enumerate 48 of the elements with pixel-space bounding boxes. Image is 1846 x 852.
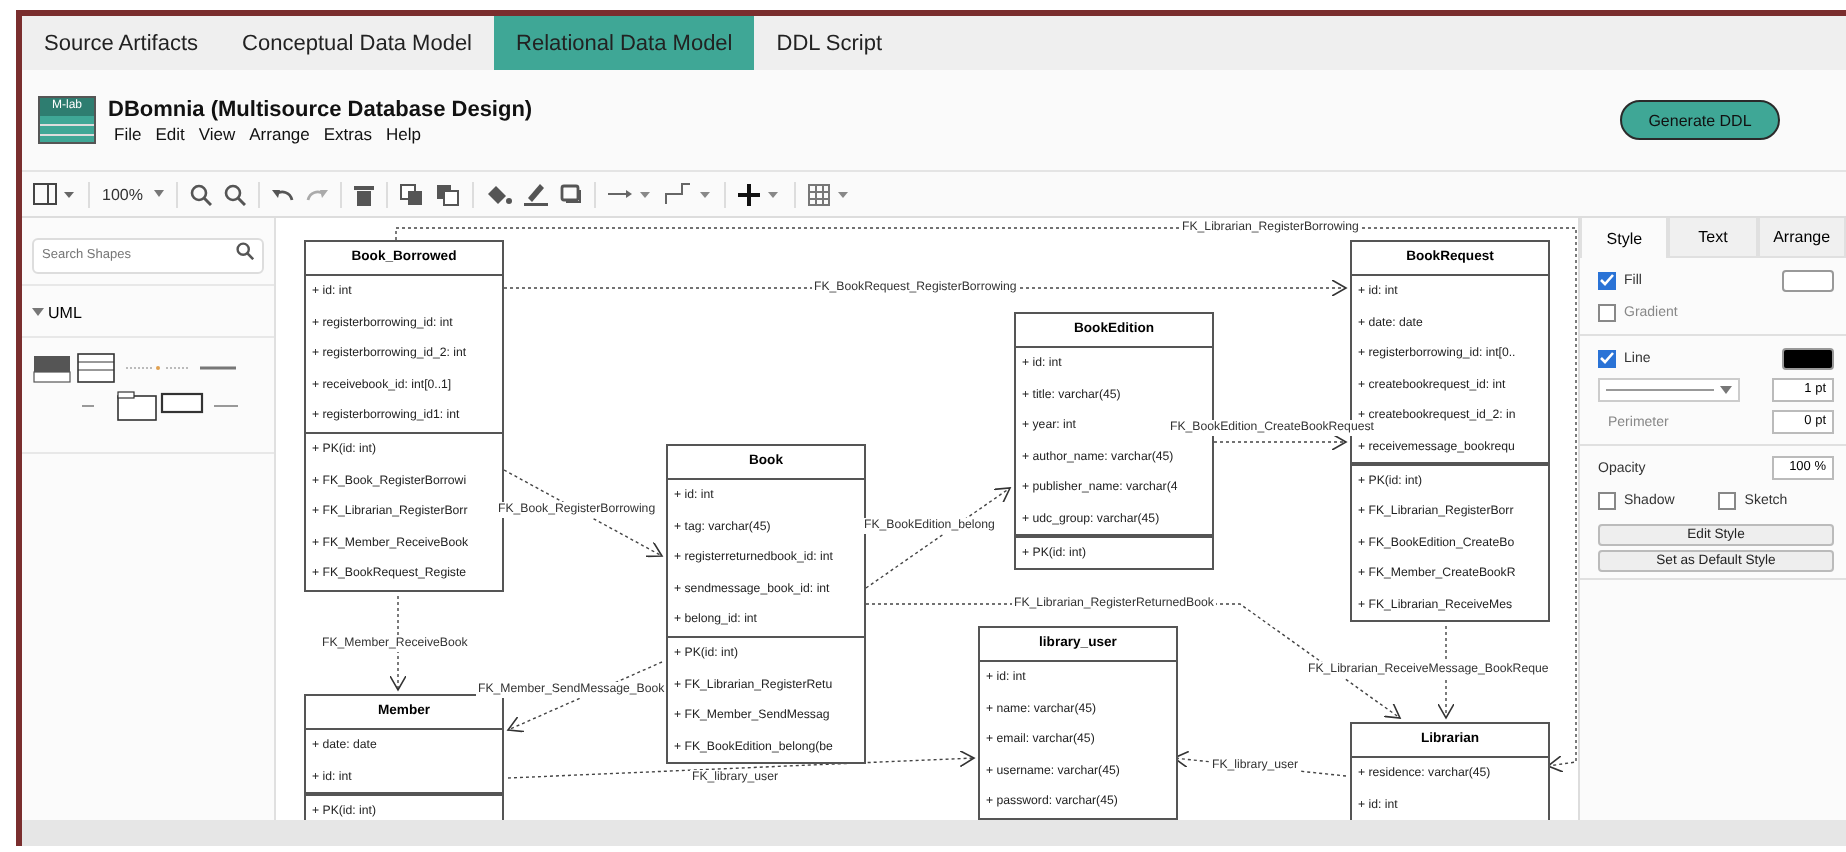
caret-icon[interactable] xyxy=(154,190,165,198)
menu-item[interactable]: Arrange xyxy=(249,123,310,143)
panel-toggle-icon[interactable] xyxy=(32,182,76,206)
search-icon xyxy=(236,242,254,260)
zoom-out-icon[interactable] xyxy=(224,183,247,205)
line-checkbox[interactable] xyxy=(1598,349,1616,367)
menu-item[interactable]: File xyxy=(114,123,142,143)
pencil-icon[interactable] xyxy=(524,182,549,206)
connection-arrow-icon[interactable] xyxy=(608,186,653,202)
to-back-icon[interactable] xyxy=(436,183,461,205)
generate-ddl-button[interactable]: Generate DDL xyxy=(1620,100,1780,140)
caret-icon[interactable] xyxy=(32,308,44,318)
connector-line[interactable] xyxy=(507,749,975,779)
plus-icon[interactable] xyxy=(738,183,783,205)
gradient-checkbox[interactable] xyxy=(1598,303,1616,321)
shadow-checkbox[interactable] xyxy=(1598,491,1616,509)
line-style-icon xyxy=(1606,386,1714,394)
connector-line[interactable] xyxy=(503,469,663,558)
tab[interactable]: DDL Script xyxy=(754,16,905,70)
fill-checkbox[interactable] xyxy=(1598,271,1616,289)
tab[interactable]: Relational Data Model xyxy=(494,16,755,70)
shape-section-header[interactable]: UML xyxy=(22,286,274,338)
zoom-dropdown[interactable]: 100% xyxy=(102,185,143,203)
shadow-icon[interactable] xyxy=(560,184,583,204)
tab[interactable]: Source Artifacts xyxy=(22,16,221,70)
sketch-checkbox[interactable] xyxy=(1718,491,1737,509)
line-style-dropdown[interactable] xyxy=(1598,378,1740,402)
format-tab[interactable]: Text xyxy=(1668,218,1758,258)
app-title: DBomnia (Multisource Database Design) xyxy=(108,97,533,121)
format-tab[interactable]: Style xyxy=(1580,218,1669,258)
line-color-swatch[interactable] xyxy=(1782,347,1834,369)
menu-item[interactable]: Edit xyxy=(155,123,185,143)
table-icon[interactable] xyxy=(808,183,853,205)
menu-item[interactable]: Help xyxy=(385,123,421,143)
caret-icon xyxy=(1720,385,1732,395)
menu-item[interactable]: Extras xyxy=(323,123,372,143)
connector-line[interactable] xyxy=(865,487,1011,589)
to-front-icon[interactable] xyxy=(400,183,425,205)
format-tab[interactable]: Arrange xyxy=(1757,218,1846,258)
paint-bucket-icon[interactable] xyxy=(486,183,513,205)
connector-line[interactable] xyxy=(1213,433,1347,451)
undo-icon[interactable] xyxy=(272,186,295,202)
menu-item[interactable]: View xyxy=(198,123,236,143)
zoom-in-icon[interactable] xyxy=(190,183,213,205)
trash-icon[interactable] xyxy=(354,183,375,205)
waypoint-icon[interactable] xyxy=(664,182,713,206)
fill-color-swatch[interactable] xyxy=(1782,269,1834,291)
tab[interactable]: Conceptual Data Model xyxy=(220,16,495,70)
